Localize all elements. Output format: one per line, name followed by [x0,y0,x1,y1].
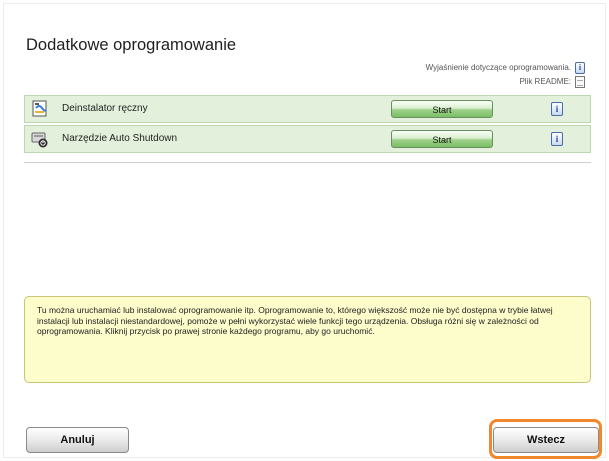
installer-window: Dodatkowe oprogramowanie Wyjaśnienie dot… [3,3,606,459]
info-icon[interactable]: i [575,61,585,74]
software-explanation-label: Wyjaśnienie dotyczące oprogramowania. [425,63,571,72]
start-button-auto-shutdown[interactable]: Start [391,130,493,148]
info-icon[interactable]: i [551,132,563,146]
software-explanation-link[interactable]: Wyjaśnienie dotyczące oprogramowania. i [426,61,585,74]
software-label: Narzędzie Auto Shutdown [62,133,178,144]
info-icon[interactable]: i [551,102,563,116]
auto-shutdown-icon [31,130,49,148]
readme-label: Plik README: [519,77,571,86]
software-list: Deinstalator ręczny Start i Narzędzie Au… [24,95,591,155]
page-title: Dodatkowe oprogramowanie [26,36,237,54]
software-row-uninstaller: Deinstalator ręczny Start i [24,95,591,123]
readme-link[interactable]: Plik README: [519,75,585,88]
software-label: Deinstalator ręczny [62,103,148,114]
start-button-uninstaller[interactable]: Start [391,100,493,118]
software-row-auto-shutdown: Narzędzie Auto Shutdown Start i [24,125,591,153]
uninstaller-icon [31,100,49,118]
back-button[interactable]: Wstecz [493,427,599,453]
help-note: Tu można uruchamiać lub instalować oprog… [24,296,591,383]
divider [24,162,591,163]
readme-document-icon[interactable] [575,75,585,88]
cancel-button[interactable]: Anuluj [26,427,129,453]
